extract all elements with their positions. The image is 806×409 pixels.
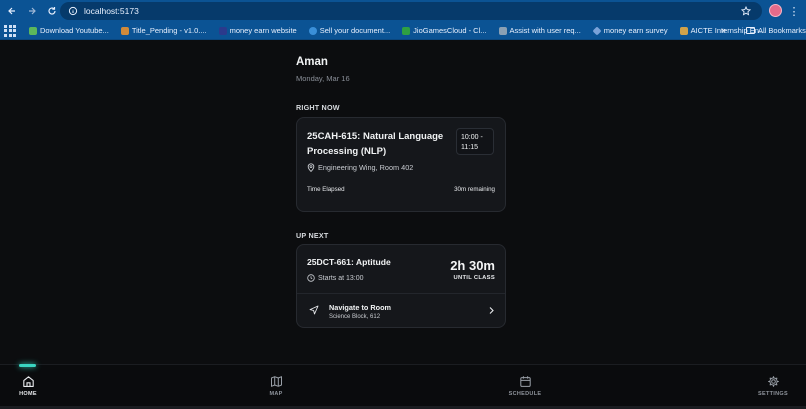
tab-settings[interactable]: SETTINGS (748, 375, 798, 397)
folder-icon (746, 27, 755, 34)
current-course-title: 25CAH-615: Natural Language Processing (… (307, 131, 444, 157)
until-class-label: UNTIL CLASS (453, 275, 495, 281)
arrow-right-icon (29, 7, 36, 15)
navigate-room: Science Block, 612 (329, 314, 381, 320)
browser-toolbar: localhost:5173 ⋮ (0, 0, 806, 22)
bookmark-item[interactable]: Assist with user req... (498, 26, 581, 35)
tab-schedule[interactable]: SCHEDULE (500, 375, 550, 397)
map-icon (270, 376, 282, 387)
next-start-time: Starts at 13:00 (307, 274, 364, 282)
all-bookmarks-button[interactable]: All Bookmarks (746, 26, 806, 35)
next-course-title: 25DCT-661: Aptitude (307, 257, 391, 267)
navigate-title: Navigate to Room (329, 303, 392, 312)
tab-map[interactable]: MAP (251, 375, 301, 397)
user-name: Aman (296, 56, 328, 68)
countdown-value: 2h 30m (450, 258, 495, 273)
favicon-icon (308, 26, 317, 35)
home-icon (22, 376, 34, 387)
favicon-icon (120, 26, 129, 35)
calendar-icon (519, 376, 531, 387)
app-viewport: Aman Monday, Mar 16 RIGHT NOW 25CAH-615:… (0, 41, 806, 409)
chevron-right-icon (489, 307, 494, 314)
forward-button[interactable] (23, 2, 41, 20)
favicon-icon (679, 26, 688, 35)
tab-home[interactable]: HOME (3, 375, 53, 397)
bottom-navigation: HOME MAP SCHEDULE SETTINGS (0, 364, 806, 409)
bookmarks-bar: Download Youtube... Title_Pending - v1.0… (0, 22, 806, 40)
site-info-icon[interactable] (65, 3, 81, 19)
bookmark-item[interactable]: money earn survey (592, 25, 668, 36)
url-text[interactable]: localhost:5173 (84, 6, 139, 16)
page-header: Aman Monday, Mar 16 (296, 56, 350, 83)
navigate-to-room-button[interactable]: Navigate to Room Science Block, 612 (297, 294, 505, 327)
favicon-icon (29, 26, 37, 35)
up-next-label: UP NEXT (296, 231, 329, 240)
class-time-chip: 10:00 - 11:15 (456, 128, 494, 155)
favicon-icon (218, 26, 227, 35)
location-pin-icon (307, 163, 315, 172)
active-tab-indicator (19, 364, 36, 367)
bookmark-item[interactable]: Download Youtube... (29, 26, 109, 35)
bookmark-item[interactable]: Sell your document... (308, 26, 390, 35)
bookmark-star-icon[interactable] (738, 3, 754, 19)
current-class-card[interactable]: 25CAH-615: Natural Language Processing (… (296, 117, 506, 212)
class-location: Engineering Wing, Room 402 (307, 163, 413, 172)
clock-icon (307, 274, 315, 282)
bookmark-item[interactable]: JioGamesCloud - Cl... (402, 26, 487, 35)
favicon-icon (402, 26, 411, 35)
current-date: Monday, Mar 16 (296, 74, 350, 83)
address-bar[interactable]: localhost:5173 (60, 2, 762, 20)
browser-menu-icon[interactable]: ⋮ (788, 3, 800, 19)
bookmark-item[interactable]: money earn website (218, 26, 297, 35)
reload-icon (48, 7, 56, 15)
profile-avatar[interactable] (769, 4, 782, 17)
bookmark-item[interactable]: Title_Pending - v1.0.... (120, 26, 207, 35)
back-button[interactable] (3, 2, 21, 20)
apps-grid-icon[interactable] (3, 24, 17, 38)
favicon-icon (592, 25, 602, 36)
time-remaining: 30m remaining (454, 186, 495, 193)
time-elapsed-label: Time Elapsed (307, 186, 345, 193)
gear-icon (767, 376, 779, 387)
more-bookmarks-icon[interactable]: » (721, 25, 726, 35)
favicon-icon (498, 26, 507, 35)
right-now-label: RIGHT NOW (296, 103, 340, 112)
navigation-arrow-icon (309, 305, 319, 315)
reload-button[interactable] (43, 2, 61, 20)
arrow-left-icon (8, 7, 15, 15)
next-class-card[interactable]: 25DCT-661: Aptitude Starts at 13:00 2h 3… (296, 244, 506, 328)
